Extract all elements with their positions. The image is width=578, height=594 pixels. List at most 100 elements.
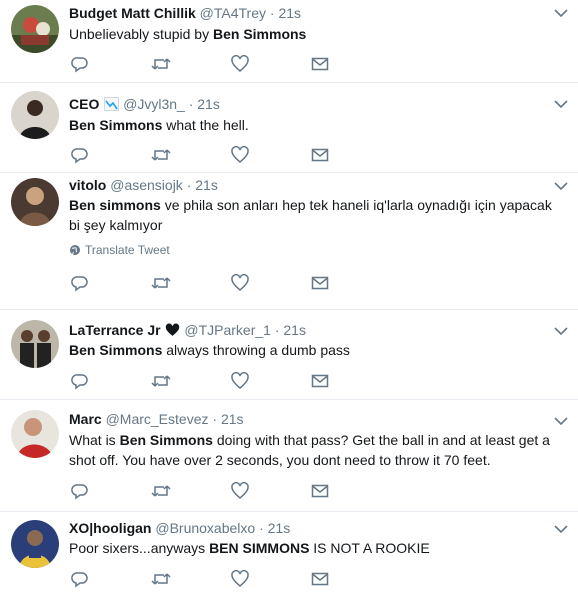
tweet-text: Poor sixers...anyways BEN SIMMONS IS NOT… [69,538,559,558]
like-button[interactable] [231,372,311,390]
retweet-button[interactable] [151,482,231,500]
highlighted-name: Ben simmons [69,197,161,213]
avatar[interactable] [11,91,59,139]
heart-icon [231,482,249,499]
reply-icon [71,484,88,500]
retweet-icon [151,58,171,70]
envelope-icon [311,374,329,388]
user-handle[interactable]: @Jvyl3n_ [123,96,185,112]
avatar[interactable] [11,320,59,368]
highlighted-name: Ben Simmons [69,342,163,358]
like-button[interactable] [231,146,311,164]
chevron-down-icon[interactable] [554,99,568,109]
avatar[interactable] [11,5,59,53]
chevron-down-icon[interactable] [554,181,568,191]
avatar[interactable] [11,520,59,568]
tweet[interactable]: Budget Matt Chillik @TA4Trey · 21s Unbel… [0,0,578,83]
tweet-actions [71,274,391,292]
retweet-icon [151,375,171,387]
reply-button[interactable] [71,55,151,73]
tweet-text: What is Ben Simmons doing with that pass… [69,430,557,470]
separator-dot: · [212,411,218,427]
envelope-icon [311,484,329,498]
tweet-header: Budget Matt Chillik @TA4Trey · 21s [69,4,301,22]
reply-button[interactable] [71,482,151,500]
reply-button[interactable] [71,274,151,292]
display-name[interactable]: Marc [69,411,102,427]
retweet-button[interactable] [151,570,231,588]
tweet-header: CEO @Jvyl3n_ · 21s [69,95,220,113]
reply-button[interactable] [71,570,151,588]
timestamp[interactable]: 21s [283,322,306,338]
tweet-actions [71,372,391,390]
translate-tweet-link[interactable]: Translate Tweet [69,243,170,257]
user-handle[interactable]: @asensiojk [110,177,183,193]
display-name[interactable]: CEO [69,96,99,112]
like-button[interactable] [231,570,311,588]
user-handle[interactable]: @Marc_Estevez [106,411,209,427]
retweet-icon [151,485,171,497]
message-button[interactable] [311,570,391,588]
translate-label[interactable]: Translate Tweet [85,243,170,257]
chevron-down-icon[interactable] [554,524,568,534]
avatar[interactable] [11,410,59,458]
tweet-header: LaTerrance Jr @TJParker_1 · 21s [69,321,306,339]
reply-button[interactable] [71,372,151,390]
tweet-actions [71,55,391,73]
chevron-down-icon[interactable] [554,416,568,426]
tweet-text-segment: IS NOT A ROOKIE [309,540,430,556]
highlighted-name: Ben Simmons [69,117,163,133]
reply-button[interactable] [71,146,151,164]
timestamp[interactable]: 21s [268,520,291,536]
timestamp[interactable]: 21s [195,177,218,193]
tweet[interactable]: XO|hooligan @Brunoxabelxo · 21s Poor six… [0,512,578,594]
display-name[interactable]: XO|hooligan [69,520,151,536]
retweet-icon [151,149,171,161]
display-name[interactable]: Budget Matt Chillik [69,5,196,21]
globe-icon [70,245,80,255]
message-button[interactable] [311,146,391,164]
retweet-button[interactable] [151,55,231,73]
tweet-text-segment: Poor sixers...anyways [69,540,210,556]
retweet-button[interactable] [151,372,231,390]
timestamp[interactable]: 21s [221,411,244,427]
message-button[interactable] [311,372,391,390]
reply-icon [71,572,88,588]
envelope-icon [311,148,329,162]
tweet[interactable]: Marc @Marc_Estevez · 21s What is Ben Sim… [0,400,578,512]
like-button[interactable] [231,55,311,73]
user-handle[interactable]: @TJParker_1 [184,322,271,338]
tweet-text-segment: what the hell. [162,117,249,133]
reply-icon [71,374,88,390]
user-handle[interactable]: @TA4Trey [200,5,266,21]
tweet-header: vitolo @asensiojk · 21s [69,176,218,194]
retweet-button[interactable] [151,146,231,164]
tweet[interactable]: LaTerrance Jr @TJParker_1 · 21s Ben Simm… [0,310,578,400]
chevron-down-icon[interactable] [554,326,568,336]
like-button[interactable] [231,274,311,292]
like-button[interactable] [231,482,311,500]
message-button[interactable] [311,482,391,500]
avatar[interactable] [11,178,59,226]
heart-icon [231,274,249,291]
heart-icon [231,146,249,163]
tweet[interactable]: vitolo @asensiojk · 21s Ben simmons ve p… [0,173,578,310]
separator-dot: · [188,96,194,112]
chevron-down-icon[interactable] [554,8,568,18]
tweet-text-segment: Unbelievably stupid by [69,26,213,42]
reply-icon [71,276,88,292]
timestamp[interactable]: 21s [197,96,220,112]
message-button[interactable] [311,55,391,73]
timestamp[interactable]: 21s [278,5,301,21]
display-name[interactable]: LaTerrance Jr [69,322,161,338]
black-heart-icon [166,323,180,336]
retweet-button[interactable] [151,274,231,292]
user-handle[interactable]: @Brunoxabelxo [155,520,255,536]
message-button[interactable] [311,274,391,292]
tweet[interactable]: CEO @Jvyl3n_ · 21s Ben Simmons what the … [0,83,578,173]
envelope-icon [311,276,329,290]
tweet-text: Unbelievably stupid by Ben Simmons [69,24,559,44]
display-name[interactable]: vitolo [69,177,106,193]
highlighted-name: Ben Simmons [119,432,213,448]
heart-icon [231,55,249,72]
